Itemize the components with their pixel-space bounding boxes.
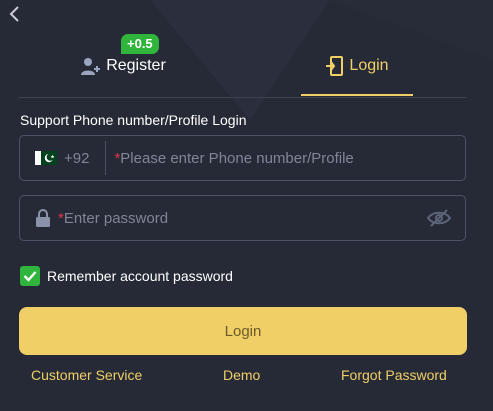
user-plus-icon: [81, 57, 101, 75]
password-field[interactable]: *: [19, 195, 466, 241]
pakistan-flag-icon: [35, 151, 57, 165]
lock-icon: [36, 209, 50, 227]
tab-login-label: Login: [349, 56, 389, 74]
field-divider: [105, 141, 107, 175]
password-input[interactable]: [63, 196, 426, 240]
phone-input[interactable]: [120, 136, 465, 180]
login-method-label: Support Phone number/Profile Login: [20, 112, 247, 128]
checkbox-checked[interactable]: [20, 266, 40, 286]
eye-off-icon[interactable]: [426, 208, 452, 228]
country-code-selector[interactable]: +92: [64, 150, 89, 167]
door-enter-icon: [326, 55, 344, 76]
active-tab-indicator: [301, 94, 413, 96]
forgot-password-link[interactable]: Forgot Password: [341, 367, 447, 383]
tab-login[interactable]: Login: [300, 34, 414, 97]
tab-register-label: Register: [106, 56, 166, 74]
auth-tabs: +0.5 Register Login: [18, 34, 466, 98]
back-button[interactable]: [4, 3, 26, 25]
customer-service-link[interactable]: Customer Service: [31, 367, 142, 383]
phone-field[interactable]: +92 *: [19, 135, 466, 181]
demo-link[interactable]: Demo: [223, 367, 260, 383]
check-icon: [23, 271, 37, 282]
tab-register[interactable]: Register: [38, 34, 208, 97]
remember-password-checkbox[interactable]: Remember account password: [20, 266, 233, 286]
remember-password-label: Remember account password: [47, 268, 233, 284]
chevron-left-icon: [9, 6, 19, 22]
login-button[interactable]: Login: [19, 307, 467, 355]
